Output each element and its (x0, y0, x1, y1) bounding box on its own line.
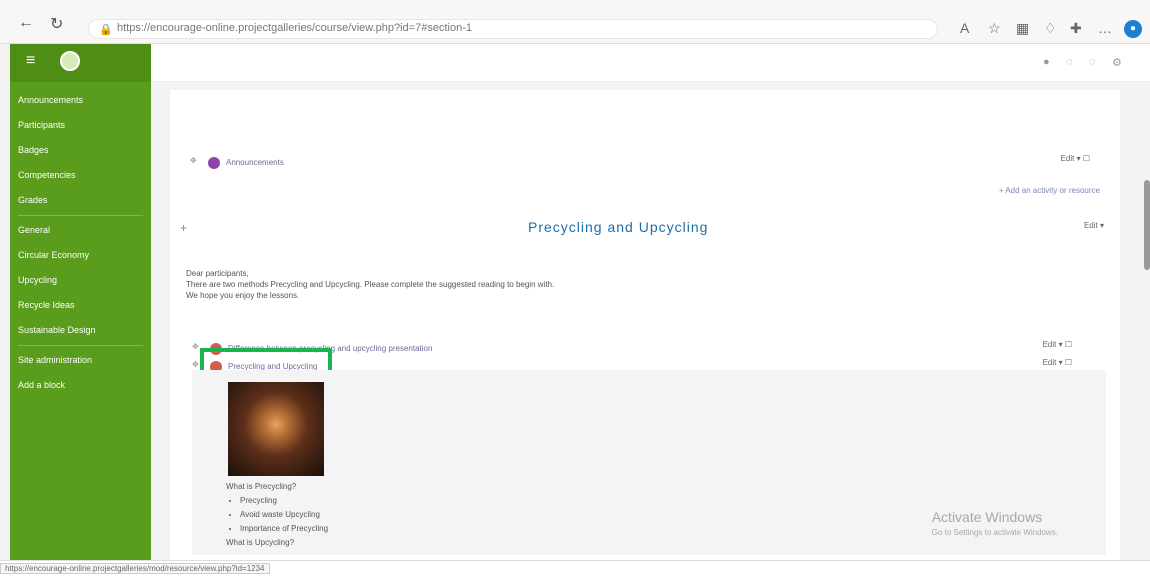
split-screen-icon[interactable]: ▦ (1016, 20, 1029, 37)
description-line: There are two methods Precycling and Upc… (186, 280, 555, 289)
sidebar-item[interactable]: Participants (10, 113, 151, 138)
watermark-title: Activate Windows (931, 509, 1043, 525)
page-scrollbar-thumb[interactable] (1144, 180, 1150, 270)
sidebar-divider (18, 215, 143, 216)
drag-handle-icon[interactable]: ✥ (192, 342, 199, 351)
activity-link[interactable]: Announcements (226, 158, 284, 167)
course-sidebar: ≡ Announcements Participants Badges Comp… (10, 44, 151, 560)
content-list-item: Precycling (240, 494, 546, 508)
sidebar-list: Announcements Participants Badges Compet… (10, 88, 151, 398)
collections-icon[interactable]: ♢ (1044, 20, 1057, 37)
description-line: We hope you enjoy the lessons. (186, 291, 300, 300)
drag-handle-icon[interactable]: ✥ (192, 360, 199, 369)
watermark-subtitle: Go to Settings to activate Windows. (931, 528, 1058, 537)
sidebar-item[interactable]: Recycle Ideas (10, 293, 151, 318)
sidebar-item[interactable]: General (10, 218, 151, 243)
resource-image (228, 382, 324, 476)
sidebar-item[interactable]: Announcements (10, 88, 151, 113)
moodle-header: ● ◌ ◌ ⚙ (151, 44, 1150, 82)
section-title[interactable]: Precycling and Upcycling (528, 219, 708, 235)
content-list-item: Avoid waste Upcycling (240, 508, 546, 522)
more-icon[interactable]: … (1098, 20, 1112, 36)
back-icon[interactable]: ← (18, 14, 34, 32)
reload-icon[interactable]: ↻ (50, 14, 63, 34)
lock-icon: 🔒 (99, 24, 113, 36)
resource-edit-controls[interactable]: Edit ▾ ☐ (1043, 358, 1072, 367)
sidebar-item[interactable]: Circular Economy (10, 243, 151, 268)
site-logo[interactable] (60, 51, 80, 71)
activity-row: ✥ Announcements Edit ▾ ☐ (190, 154, 1110, 174)
content-heading: What is Precycling? (226, 482, 297, 491)
url-text: https://encourage-online.projectgallerie… (117, 22, 472, 34)
sidebar-item[interactable]: Add a block (10, 373, 151, 398)
section-edit-menu[interactable]: Edit ▾ (1084, 221, 1104, 230)
activity-icon (208, 157, 220, 169)
status-url: https://encourage-online.projectgallerie… (0, 563, 270, 574)
extensions-icon[interactable]: ✚ (1070, 20, 1082, 37)
resource-content: What is Precycling? Precycling Avoid was… (192, 370, 1106, 555)
profile-avatar[interactable]: ● (1124, 20, 1142, 38)
section-collapse-icon[interactable]: + (180, 221, 187, 235)
favorite-icon[interactable]: ☆ (988, 20, 1001, 37)
messages-icon[interactable]: ◌ (1066, 56, 1073, 68)
browser-toolbar: ← ↻ 🔒 https://encourage-online.projectga… (0, 0, 1150, 44)
browser-status-bar: https://encourage-online.projectgallerie… (0, 560, 1150, 578)
add-activity-link[interactable]: + Add an activity or resource (999, 186, 1100, 195)
sidebar-item[interactable]: Competencies (10, 163, 151, 188)
sidebar-item[interactable]: Site administration (10, 348, 151, 373)
activity-edit-controls[interactable]: Edit ▾ ☐ (1061, 154, 1090, 163)
menu-icon[interactable]: ≡ (26, 52, 35, 70)
content-list-item: Importance of Precycling (240, 522, 546, 536)
content-heading: What is Upcycling? (226, 538, 295, 547)
windows-watermark: Activate Windows Go to Settings to activ… (932, 509, 1058, 537)
read-aloud-icon[interactable]: A (960, 20, 969, 36)
resource-edit-controls[interactable]: Edit ▾ ☐ (1043, 340, 1072, 349)
sidebar-brand: ≡ (10, 44, 151, 82)
sidebar-item[interactable]: Upcycling (10, 268, 151, 293)
section-header: + Precycling and Upcycling Edit ▾ (170, 216, 1120, 246)
sidebar-item[interactable]: Badges (10, 138, 151, 163)
address-bar[interactable]: 🔒 https://encourage-online.projectgaller… (88, 19, 938, 39)
content-list: Precycling Avoid waste Upcycling Importa… (240, 494, 546, 536)
sidebar-divider (18, 345, 143, 346)
drag-handle-icon[interactable]: ✥ (190, 156, 197, 165)
user-menu-icon[interactable]: ◌ (1089, 56, 1096, 68)
resource-text: What is Precycling? Precycling Avoid was… (226, 480, 546, 550)
description-line: Dear participants, (186, 269, 249, 278)
settings-icon[interactable]: ⚙ (1112, 56, 1122, 69)
sidebar-item[interactable]: Sustainable Design (10, 318, 151, 343)
section-description: Dear participants, There are two methods… (186, 268, 836, 301)
sidebar-item[interactable]: Grades (10, 188, 151, 213)
notifications-icon[interactable]: ● (1043, 56, 1050, 68)
